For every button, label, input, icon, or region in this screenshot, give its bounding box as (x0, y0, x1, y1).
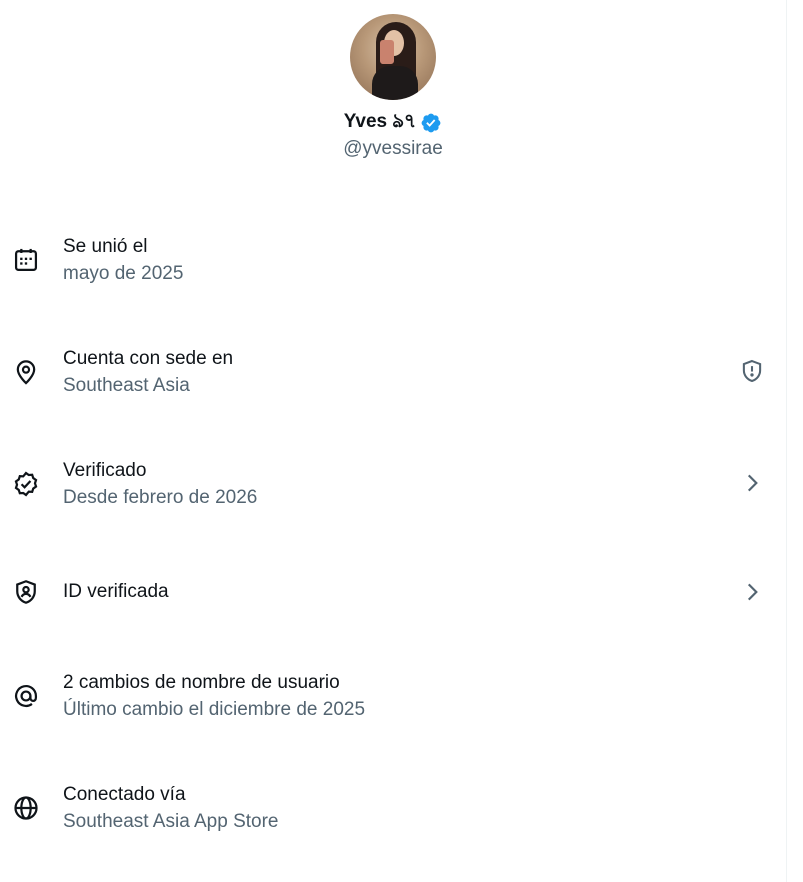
calendar-icon (12, 246, 40, 274)
row-subtitle: Southeast Asia (63, 375, 190, 396)
list-item-location: Cuenta con sede en Southeast Asia (0, 330, 786, 442)
row-title: Se unió el (63, 236, 148, 257)
row-subtitle: Desde febrero de 2026 (63, 487, 258, 508)
username-handle: @yvessirae (343, 138, 443, 159)
row-title: 2 cambios de nombre de usuario (63, 672, 340, 693)
display-name: Yves ঌ৭ (343, 111, 417, 132)
at-sign-icon (12, 682, 40, 710)
about-list: Se unió el mayo de 2025 Cuenta con sede … (0, 218, 786, 878)
list-item-connected-via: Conectado vía Southeast Asia App Store (0, 766, 786, 878)
row-title: Verificado (63, 460, 147, 481)
chevron-right-icon[interactable] (739, 470, 765, 496)
about-account-page: Yves ঌ৭ @yvessirae Se unió el mayo de 20… (0, 0, 786, 882)
row-title: Cuenta con sede en (63, 348, 234, 369)
profile-header: Yves ঌ৭ @yvessirae (0, 14, 786, 160)
row-title: Conectado vía (63, 784, 186, 805)
row-title: ID verificada (63, 581, 169, 602)
list-item-verified[interactable]: Verificado Desde febrero de 2026 (0, 442, 786, 554)
list-item-username-changes: 2 cambios de nombre de usuario Último ca… (0, 654, 786, 766)
row-subtitle: Último cambio el diciembre de 2025 (63, 699, 366, 720)
shield-alert-icon[interactable] (739, 358, 765, 384)
id-shield-icon (12, 578, 40, 606)
globe-icon (12, 794, 40, 822)
column-divider (786, 0, 787, 882)
name-row: Yves ঌ৭ (0, 110, 786, 136)
chevron-right-icon[interactable] (739, 579, 765, 605)
row-subtitle: mayo de 2025 (63, 263, 184, 284)
list-item-id-verified[interactable]: ID verificada (0, 554, 786, 654)
avatar[interactable] (350, 14, 436, 100)
row-subtitle: Southeast Asia App Store (63, 811, 279, 832)
verified-badge-outline-icon (12, 470, 40, 498)
verified-badge-icon (420, 112, 442, 134)
location-pin-icon (12, 358, 40, 386)
list-item-joined: Se unió el mayo de 2025 (0, 218, 786, 330)
